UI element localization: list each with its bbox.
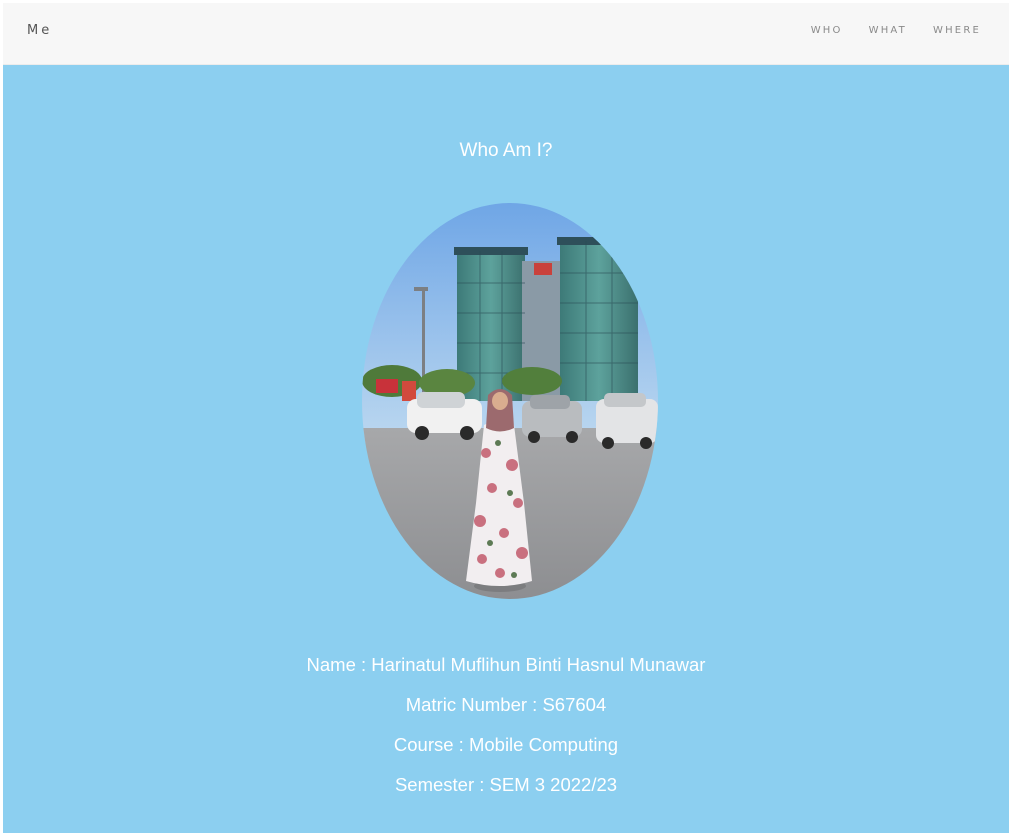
profile-info: Name : Harinatul Muflihun Binti Hasnul M… — [3, 651, 1009, 811]
info-matric-number: Matric Number : S67604 — [405, 694, 607, 715]
info-course: Course : Mobile Computing — [393, 734, 619, 755]
nav-links: WHO WHAT WHERE — [811, 25, 981, 36]
nav-link-who[interactable]: WHO — [811, 25, 843, 36]
hero-section: Who Am I? Name: Harinatul Muflihun Bint… — [3, 65, 1009, 833]
info-name: Name : Harinatul Muflihun Binti Hasnul M… — [306, 654, 706, 675]
page: Me WHO WHAT WHERE Who Am I? Name: Harin… — [0, 0, 1012, 834]
hero-title: Who Am I? — [459, 140, 553, 161]
nav-link-what[interactable]: WHAT — [869, 25, 907, 36]
brand-link[interactable]: Me — [27, 23, 52, 38]
nav-link-where[interactable]: WHERE — [933, 25, 981, 36]
profile-photo — [362, 203, 658, 599]
info-semester: Semester : SEM 3 2022/23 — [394, 774, 618, 795]
profile-photo-image — [362, 203, 658, 599]
navbar: Me WHO WHAT WHERE — [3, 3, 1009, 65]
